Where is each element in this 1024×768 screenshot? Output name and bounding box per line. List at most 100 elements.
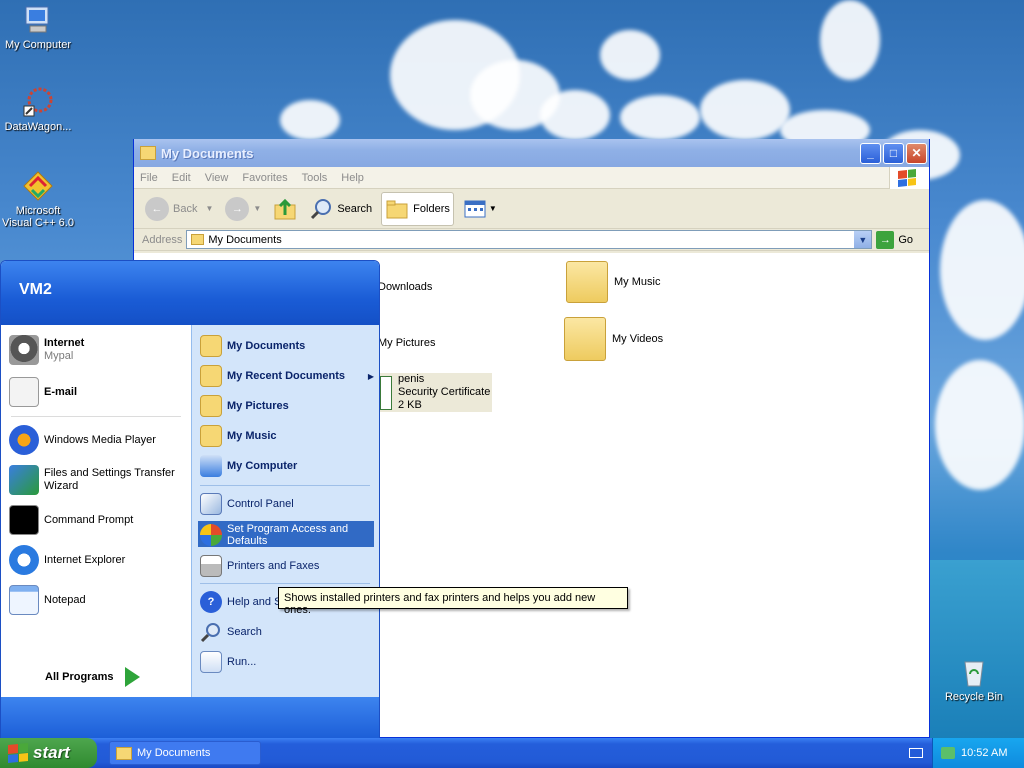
file-type: Security Certificate — [398, 386, 491, 398]
start-item-run[interactable]: Run... — [200, 651, 256, 673]
menu-file[interactable]: File — [140, 172, 158, 184]
file-name: penis — [398, 373, 425, 385]
forward-arrow-icon: → — [225, 196, 250, 221]
start-item-internet-explorer[interactable]: Internet Explorer — [9, 545, 125, 575]
file-item-my-videos[interactable]: My Videos — [564, 317, 663, 361]
start-item-transfer-wizard[interactable]: Files and Settings Transfer Wizard — [9, 465, 185, 495]
internet-explorer-icon — [9, 545, 39, 575]
menu-view[interactable]: View — [205, 172, 229, 184]
start-item-help[interactable]: ? Help and S — [200, 591, 281, 613]
menu-edit[interactable]: Edit — [172, 172, 191, 184]
back-arrow-icon: ← — [145, 196, 169, 221]
desktop-icon-visual-cpp[interactable]: Microsoft Visual C++ 6.0 — [0, 170, 76, 229]
desktop-icon-label: Recycle Bin — [944, 691, 1004, 703]
file-item-certificate[interactable]: penis Security Certificate 2 KB — [380, 373, 493, 412]
clock[interactable]: 10:52 AM — [961, 747, 1007, 759]
start-item-label: My Computer — [227, 460, 298, 472]
network-icon[interactable] — [941, 747, 955, 759]
window-titlebar[interactable]: My Documents _ □ ✕ — [134, 139, 929, 167]
start-menu-footer — [1, 697, 379, 739]
file-item-my-music[interactable]: My Music — [566, 261, 660, 303]
folders-button[interactable]: Folders — [381, 191, 454, 226]
start-item-label: Control Panel — [227, 498, 294, 510]
start-item-my-documents[interactable]: My Documents — [200, 335, 305, 357]
menu-bar: File Edit View Favorites Tools Help — [134, 166, 929, 189]
search-icon — [311, 198, 332, 219]
start-item-control-panel[interactable]: Control Panel — [200, 493, 294, 515]
start-item-internet[interactable]: Internet Mypal — [9, 335, 84, 365]
printer-icon — [200, 555, 222, 577]
my-pictures-icon — [200, 395, 222, 417]
go-label: Go — [898, 233, 914, 246]
menu-favorites[interactable]: Favorites — [242, 172, 287, 184]
recycle-bin-icon — [958, 656, 990, 688]
separator — [200, 485, 370, 486]
address-dropdown-button[interactable]: ▼ — [854, 231, 872, 248]
windows-logo-icon — [889, 166, 929, 189]
up-button[interactable] — [270, 192, 300, 226]
start-item-command-prompt[interactable]: Command Prompt — [9, 505, 133, 535]
start-menu-left-pane: Internet Mypal E-mail Windows Media Playe… — [1, 325, 191, 724]
start-item-notepad[interactable]: Notepad — [9, 585, 86, 615]
file-name: My Pictures — [378, 337, 436, 349]
desktop-icon-label: My Computer — [4, 39, 72, 51]
all-programs-label: All Programs — [45, 671, 114, 683]
address-field[interactable]: My Documents ▼ — [186, 230, 873, 249]
start-item-label: Files and Settings Transfer Wizard — [44, 467, 175, 492]
start-item-email[interactable]: E-mail — [9, 377, 77, 407]
start-item-label: Internet Explorer — [44, 553, 126, 566]
videos-folder-icon — [564, 317, 606, 361]
datawagon-icon — [22, 86, 54, 118]
keyboard-language-icon[interactable] — [906, 748, 926, 758]
menu-tools[interactable]: Tools — [302, 172, 328, 184]
windows-logo-icon — [8, 742, 28, 764]
start-item-label: My Pictures — [227, 400, 289, 412]
close-button[interactable]: ✕ — [906, 142, 927, 164]
start-item-my-music[interactable]: My Music — [200, 425, 277, 447]
start-item-label: Windows Media Player — [44, 433, 156, 446]
desktop-icon-datawagon[interactable]: DataWagon... — [0, 86, 76, 133]
separator — [11, 416, 181, 417]
start-item-program-access[interactable]: Set Program Access and Defaults — [200, 523, 372, 547]
start-item-label: Notepad — [44, 593, 86, 606]
start-item-label: Internet — [44, 337, 85, 349]
my-documents-icon — [200, 335, 222, 357]
taskbar-item-my-documents[interactable]: My Documents — [109, 741, 261, 765]
start-item-media-player[interactable]: Windows Media Player — [9, 425, 156, 455]
folder-icon — [116, 746, 132, 760]
help-icon: ? — [200, 591, 222, 613]
go-button[interactable]: → Go — [876, 230, 914, 249]
search-label: Search — [337, 202, 373, 215]
start-item-printers[interactable]: Printers and Faxes — [200, 555, 319, 577]
chevron-down-icon: ▼ — [488, 204, 497, 213]
chevron-down-icon: ▼ — [253, 204, 262, 213]
all-programs-button[interactable]: All Programs — [45, 667, 141, 687]
desktop-icon-recycle-bin[interactable]: Recycle Bin — [936, 656, 1012, 703]
start-item-search[interactable]: Search — [200, 621, 262, 643]
control-panel-icon — [200, 493, 222, 515]
folder-up-icon — [274, 198, 296, 219]
taskbar: start My Documents 10:52 AM — [0, 738, 1024, 768]
start-menu-user: VM2 — [1, 261, 379, 325]
folders-label: Folders — [413, 202, 450, 215]
desktop-icon-label: DataWagon... — [4, 121, 72, 133]
start-item-label: Printers and Faxes — [227, 560, 320, 572]
search-button[interactable]: Search — [306, 192, 375, 226]
start-item-my-computer[interactable]: My Computer — [200, 455, 297, 477]
start-item-recent-documents[interactable]: My Recent Documents ▶ — [200, 365, 374, 387]
notepad-icon — [9, 585, 39, 615]
start-item-my-pictures[interactable]: My Pictures — [200, 395, 289, 417]
start-label: start — [33, 743, 70, 762]
desktop-icon-my-computer[interactable]: My Computer — [0, 4, 76, 51]
forward-button[interactable]: → ▼ — [222, 192, 264, 226]
media-player-icon — [9, 425, 39, 455]
folder-icon — [191, 234, 205, 245]
start-button[interactable]: start — [0, 738, 97, 768]
start-item-label: My Recent Documents — [227, 370, 345, 382]
menu-help[interactable]: Help — [341, 172, 364, 184]
views-button[interactable]: ▼ — [460, 192, 500, 226]
start-item-label: My Music — [227, 430, 277, 442]
minimize-button[interactable]: _ — [860, 142, 881, 164]
back-button[interactable]: ← Back ▼ — [142, 192, 216, 226]
maximize-button[interactable]: □ — [883, 142, 904, 164]
